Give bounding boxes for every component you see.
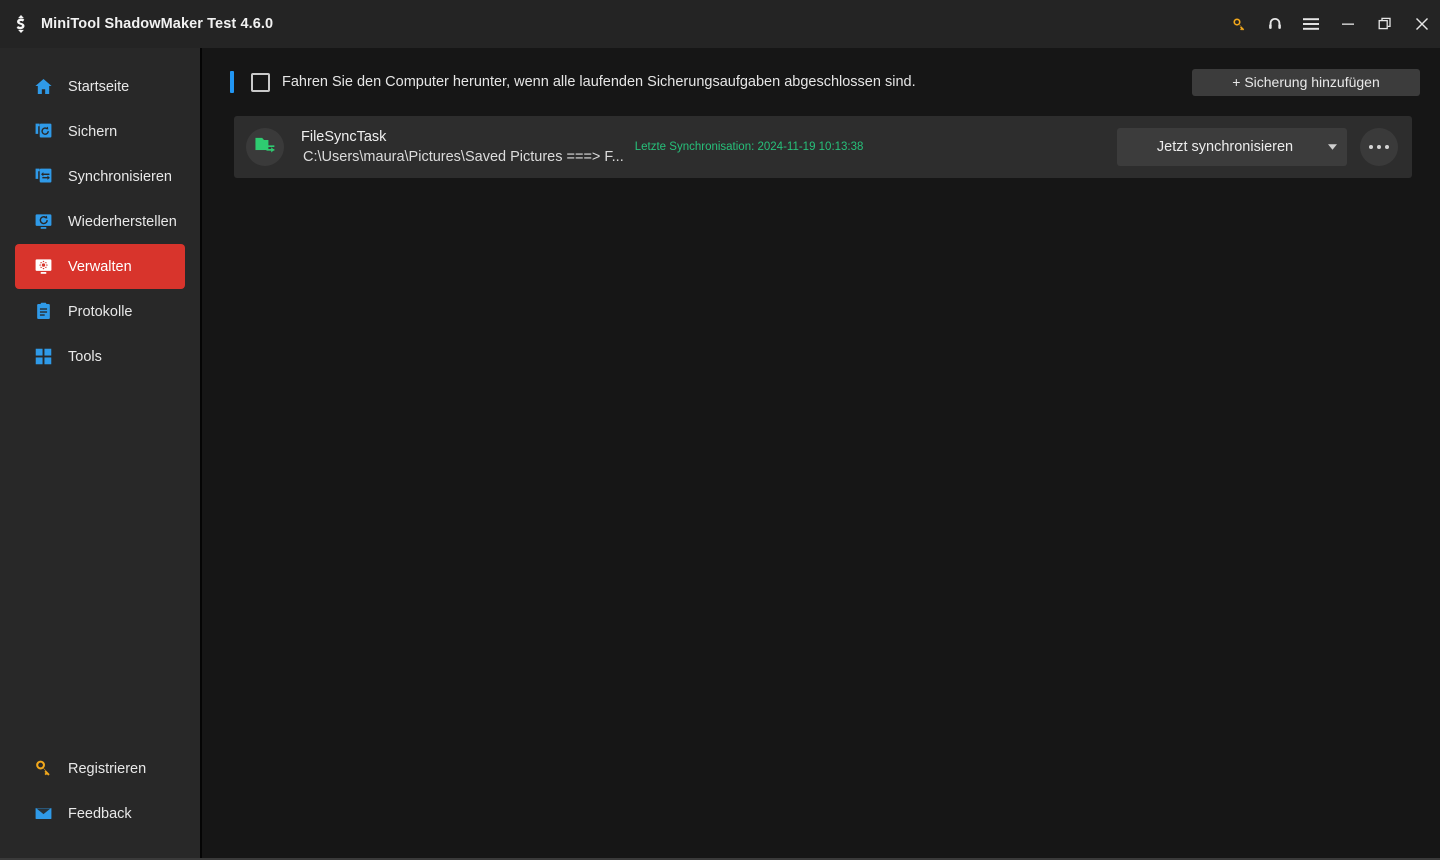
task-last-sync: Letzte Synchronisation: 2024-11-19 10:13…	[634, 141, 864, 153]
sidebar-item-wiederherstellen[interactable]: Wiederherstellen	[15, 199, 185, 244]
caret-down-icon[interactable]	[1317, 144, 1347, 150]
restore-button[interactable]	[1366, 0, 1403, 48]
restore-disk-icon	[33, 212, 53, 232]
manage-toolbar: Fahren Sie den Computer herunter, wenn a…	[202, 48, 1440, 116]
folder-sync-icon	[254, 134, 276, 161]
sidebar-item-label: Synchronisieren	[68, 168, 172, 185]
sidebar-item-tools[interactable]: Tools	[15, 334, 185, 379]
window-controls	[1221, 0, 1440, 48]
sidebar-item-sichern[interactable]: Sichern	[15, 109, 185, 154]
sidebar-item-label: Protokolle	[68, 303, 133, 320]
restore-icon	[1378, 17, 1391, 30]
shutdown-after-backup-checkbox[interactable]	[251, 72, 270, 92]
logs-icon	[33, 302, 53, 322]
sidebar-item-protokolle[interactable]: Protokolle	[15, 289, 185, 334]
key-icon	[1232, 17, 1244, 30]
envelope-icon	[33, 804, 53, 824]
sidebar-item-label: Wiederherstellen	[68, 213, 177, 230]
close-icon	[1415, 18, 1428, 30]
sidebar-item-verwalten[interactable]: Verwalten	[15, 244, 185, 289]
sidebar-item-label: Sichern	[68, 123, 118, 140]
sync-now-label: Jetzt synchronisieren	[1156, 139, 1294, 155]
more-options-icon	[1369, 145, 1373, 149]
task-more-options-button[interactable]	[1360, 128, 1398, 166]
more-options-icon	[1377, 145, 1381, 149]
sidebar-item-synchronisieren[interactable]: Synchronisieren	[15, 154, 185, 199]
manage-icon	[33, 257, 53, 277]
task-info: FileSyncTask C:\Users\maura\Pictures\Sav…	[301, 127, 624, 168]
task-avatar	[246, 128, 284, 166]
sidebar-item-label: Feedback	[68, 805, 132, 822]
section-accent-bar	[230, 71, 234, 93]
tools-icon	[33, 347, 53, 367]
menu-button[interactable]	[1293, 0, 1329, 48]
minimize-button[interactable]	[1329, 0, 1366, 48]
shadowmaker-sync-logo-icon	[10, 13, 32, 35]
application-window: MiniTool ShadowMaker Test 4.6.0 Startsei…	[0, 0, 1440, 860]
sidebar-item-label: Registrieren	[68, 760, 147, 777]
shutdown-after-backup-label: Fahren Sie den Computer herunter, wenn a…	[282, 74, 916, 90]
sidebar-item-feedback[interactable]: Feedback	[15, 791, 185, 836]
task-name: FileSyncTask	[301, 128, 387, 145]
task-list: FileSyncTask C:\Users\maura\Pictures\Sav…	[202, 116, 1440, 178]
sync-now-button[interactable]: Jetzt synchronisieren	[1117, 128, 1347, 166]
add-backup-button[interactable]: + Sicherung hinzufügen	[1192, 68, 1420, 96]
close-button[interactable]	[1403, 0, 1440, 48]
minimize-icon	[1341, 23, 1354, 25]
license-key-button[interactable]	[1221, 0, 1257, 48]
sidebar: Startseite Sichern Synchronisieren Wiede…	[0, 48, 202, 858]
window-body: Startseite Sichern Synchronisieren Wiede…	[0, 48, 1440, 858]
support-headset-button[interactable]	[1257, 0, 1293, 48]
task-path: C:\Users\maura\Pictures\Saved Pictures =…	[303, 148, 624, 165]
title-bar: MiniTool ShadowMaker Test 4.6.0	[0, 0, 1440, 48]
sidebar-item-label: Verwalten	[68, 258, 132, 275]
key-icon	[33, 759, 53, 779]
sidebar-nav: Startseite Sichern Synchronisieren Wiede…	[0, 64, 200, 379]
headset-icon	[1269, 18, 1281, 29]
more-options-icon	[1385, 145, 1389, 149]
window-title: MiniTool ShadowMaker Test 4.6.0	[41, 16, 274, 32]
sidebar-item-label: Tools	[68, 348, 102, 365]
sidebar-item-label: Startseite	[68, 78, 130, 95]
sidebar-bottom-nav: Registrieren Feedback	[0, 746, 200, 858]
hamburger-menu-icon	[1303, 18, 1319, 30]
sidebar-item-registrieren[interactable]: Registrieren	[15, 746, 185, 791]
home-icon	[33, 77, 53, 97]
main-content: Fahren Sie den Computer herunter, wenn a…	[202, 48, 1440, 858]
task-row[interactable]: FileSyncTask C:\Users\maura\Pictures\Sav…	[234, 116, 1412, 178]
sidebar-item-startseite[interactable]: Startseite	[15, 64, 185, 109]
backup-icon	[33, 122, 53, 142]
sync-icon	[33, 167, 53, 187]
